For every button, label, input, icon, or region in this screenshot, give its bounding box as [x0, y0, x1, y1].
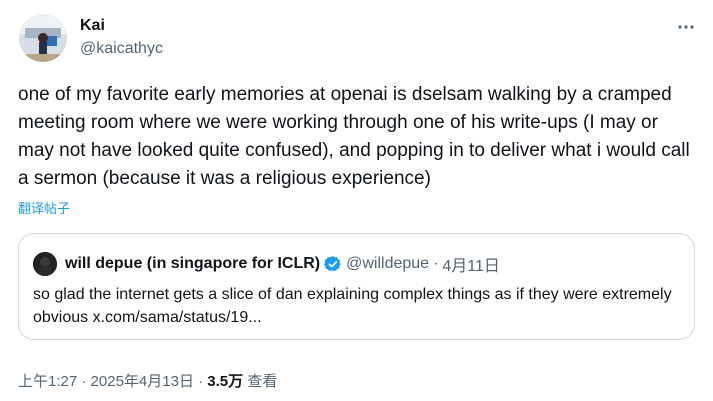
- views-label: 查看: [247, 373, 278, 390]
- tweet-text: one of my favorite early memories at ope…: [18, 84, 690, 189]
- quote-separator: ·: [433, 255, 439, 272]
- author-handle[interactable]: @kaicathyc: [80, 39, 163, 58]
- verified-badge-icon: [324, 255, 342, 273]
- quote-author-name[interactable]: will depue (in singapore for ICLR): [65, 255, 320, 273]
- tweet-date[interactable]: 2025年4月13日: [91, 373, 194, 390]
- quote-date[interactable]: 4月11日: [442, 252, 500, 276]
- quote-author-handle[interactable]: @willdepue: [346, 255, 429, 273]
- meta-separator: ·: [81, 373, 87, 390]
- quote-tweet-card[interactable]: will depue (in singapore for ICLR) @will…: [18, 233, 695, 340]
- translate-post-link[interactable]: 翻译帖子: [18, 198, 70, 217]
- author-display-name[interactable]: Kai: [80, 16, 163, 35]
- quote-author-avatar[interactable]: [33, 252, 57, 276]
- more-horizontal-icon: [676, 17, 696, 37]
- more-button[interactable]: [675, 16, 697, 38]
- author-avatar[interactable]: [19, 14, 67, 62]
- tweet-header: Kai @kaicathyc: [80, 16, 163, 58]
- tweet-meta: 上午1:27 · 2025年4月13日 · 3.5万 查看: [18, 370, 277, 391]
- quote-text: so glad the internet gets a slice of dan…: [33, 286, 672, 326]
- tweet-time[interactable]: 上午1:27: [18, 373, 77, 390]
- views-count: 3.5万: [207, 373, 244, 390]
- quote-header: will depue (in singapore for ICLR) @will…: [33, 252, 500, 276]
- meta-separator: ·: [198, 373, 204, 390]
